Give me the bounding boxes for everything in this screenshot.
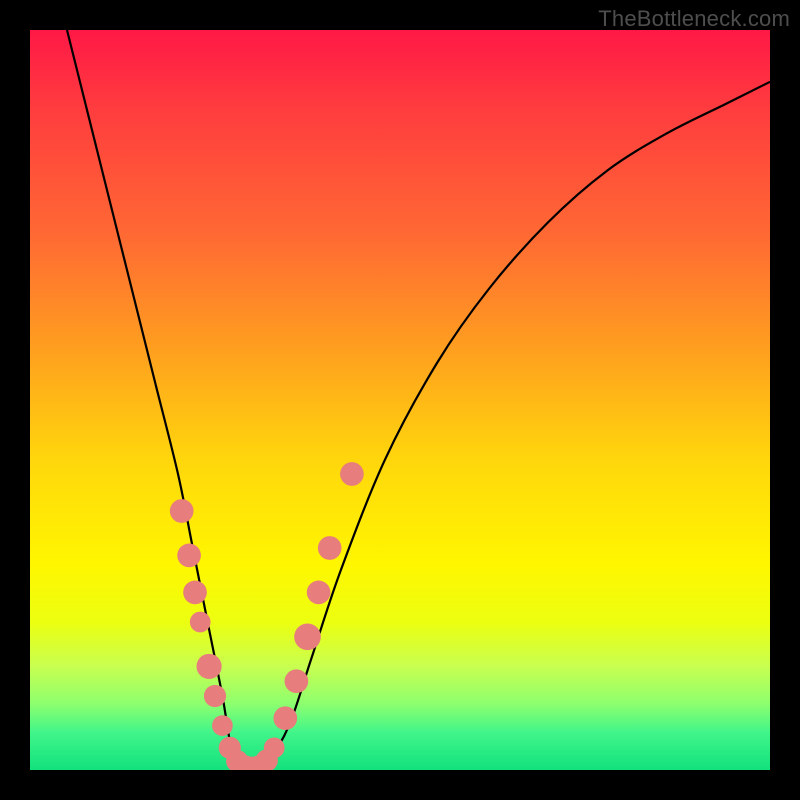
- data-marker: [204, 685, 226, 707]
- data-marker: [212, 715, 233, 736]
- data-marker: [285, 669, 309, 693]
- data-marker: [273, 706, 297, 730]
- data-marker: [190, 612, 211, 633]
- data-marker: [318, 536, 342, 560]
- watermark-text: TheBottleneck.com: [598, 6, 790, 32]
- plot-area: [30, 30, 770, 770]
- curve-svg: [30, 30, 770, 770]
- data-marker: [197, 654, 222, 679]
- data-marker: [170, 499, 194, 523]
- chart-frame: TheBottleneck.com: [0, 0, 800, 800]
- data-marker: [177, 544, 201, 568]
- marker-group: [170, 462, 364, 770]
- data-marker: [264, 737, 285, 758]
- bottleneck-curve: [67, 30, 770, 770]
- data-marker: [307, 581, 331, 605]
- data-marker: [183, 581, 207, 605]
- data-marker: [294, 623, 321, 650]
- data-marker: [340, 462, 364, 486]
